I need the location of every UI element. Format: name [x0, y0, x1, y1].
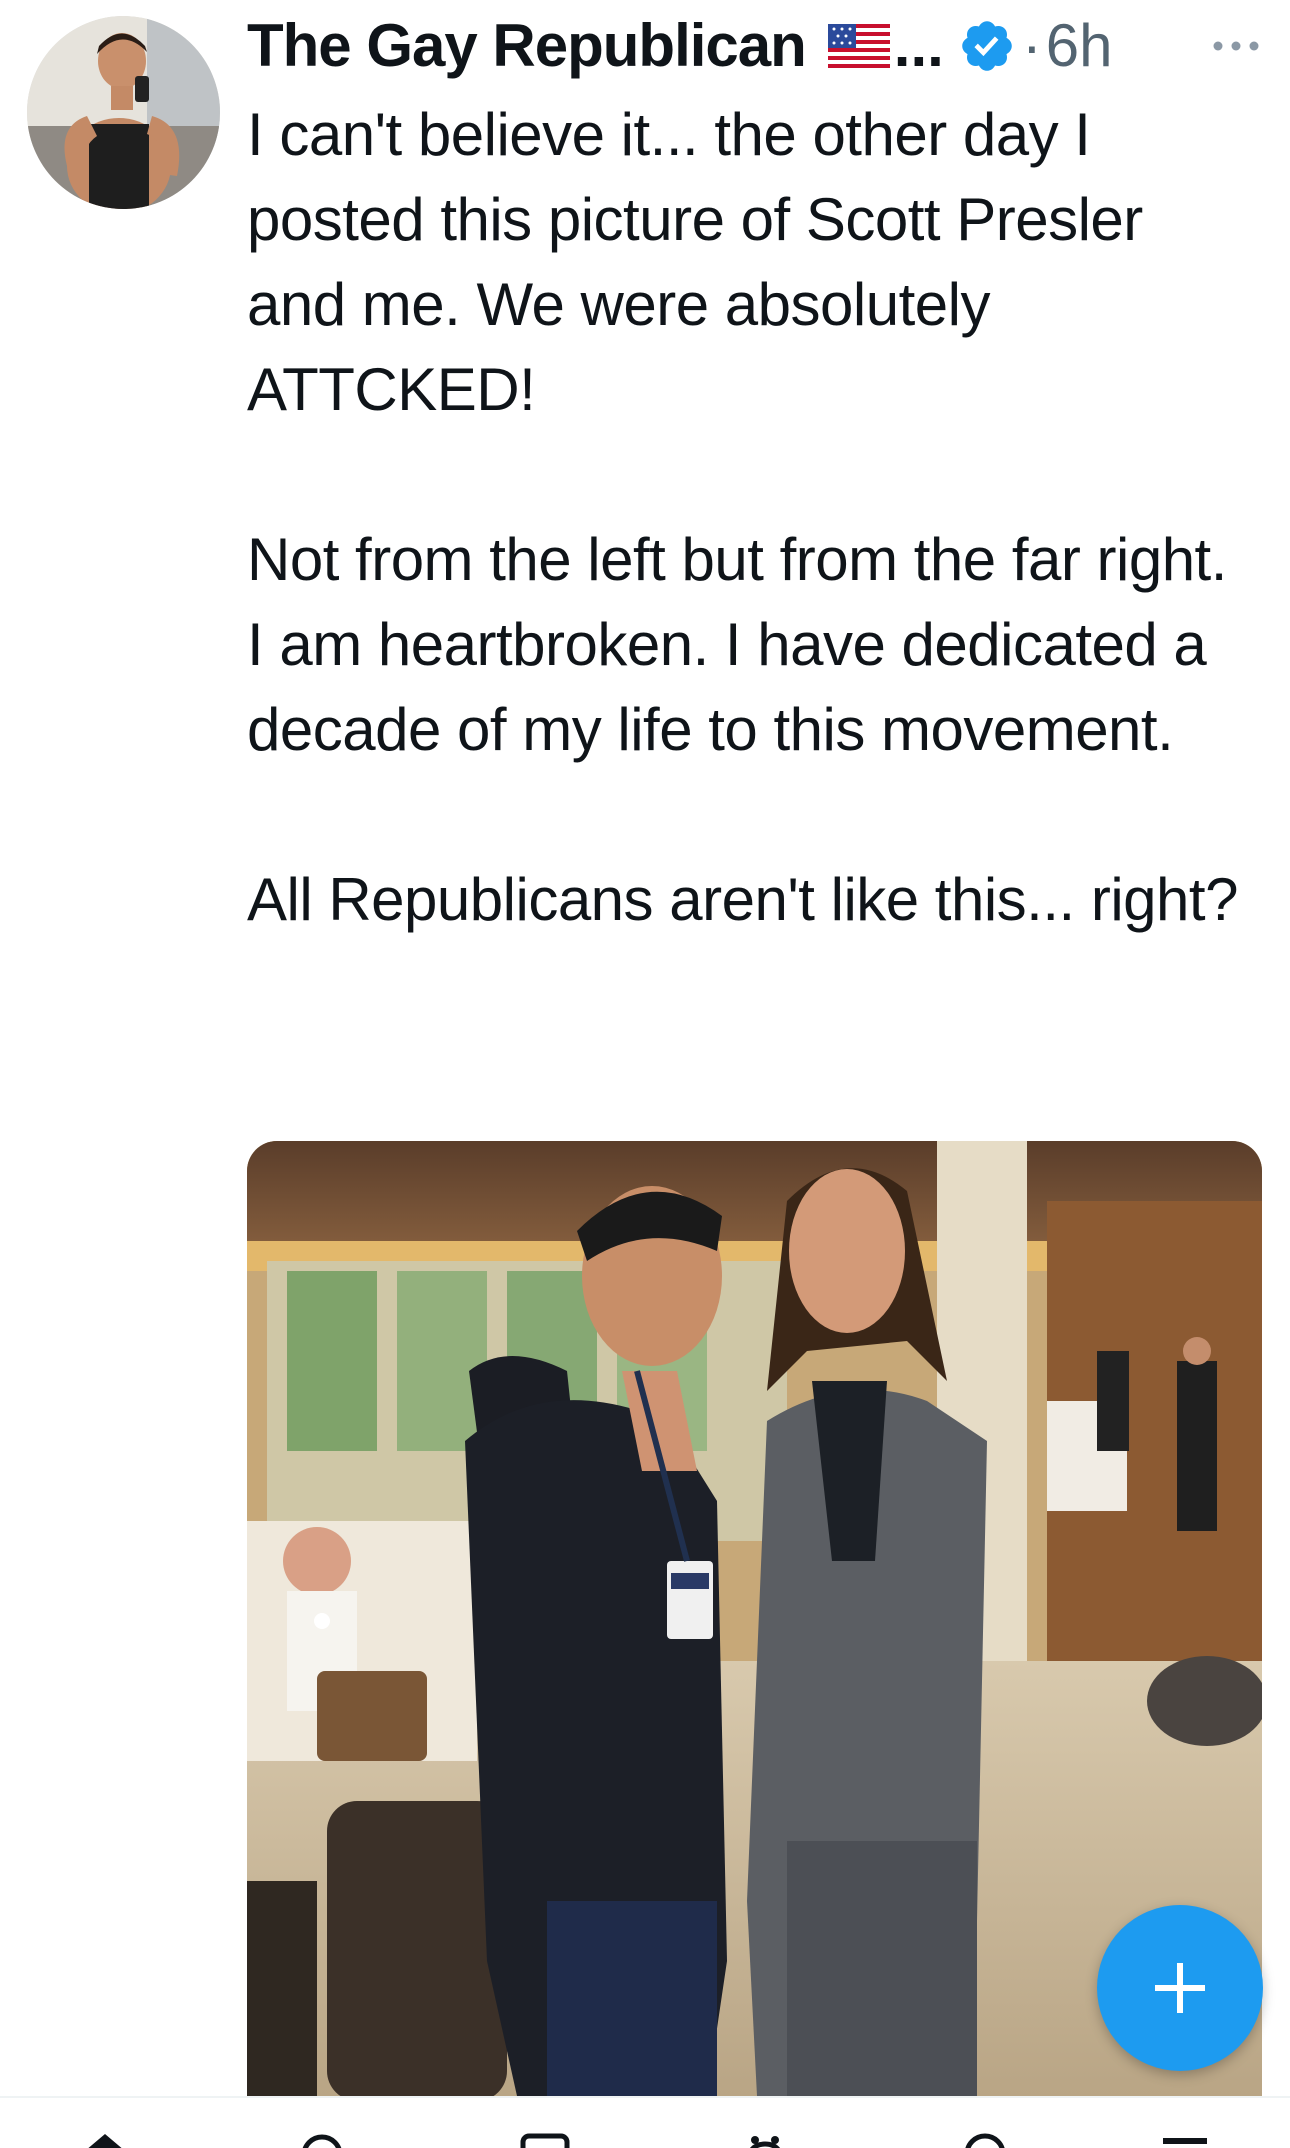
more-options-icon[interactable]	[1212, 40, 1260, 52]
name-truncation: ...	[893, 12, 944, 79]
home-icon[interactable]	[75, 2128, 135, 2148]
search-icon[interactable]	[295, 2128, 355, 2148]
display-name[interactable]: The Gay Republican	[247, 6, 807, 86]
tweet-paragraph: Not from the left but from the far right…	[247, 526, 1227, 763]
us-flag-icon	[827, 24, 890, 68]
tweet-paragraph: All Republicans aren't like this... righ…	[247, 866, 1238, 933]
verified-badge-icon[interactable]	[958, 17, 1016, 75]
tweet[interactable]: The Gay Republican ... · 6h I can't beli…	[0, 0, 1290, 2096]
notifications-icon[interactable]	[735, 2128, 795, 2148]
bottom-navigation	[0, 2096, 1290, 2148]
tweet-paragraph: I can't believe it... the other day I po…	[247, 101, 1143, 423]
separator-dot: ·	[1021, 12, 1042, 79]
avatar[interactable]	[27, 16, 220, 209]
plus-icon	[1155, 1963, 1205, 2013]
timestamp[interactable]: 6h	[1046, 6, 1113, 86]
avatar-image	[27, 16, 220, 209]
grok-icon[interactable]	[1155, 2128, 1215, 2148]
compose-tweet-button[interactable]	[1097, 1905, 1263, 2071]
messages-icon[interactable]	[955, 2128, 1015, 2148]
tweet-text: I can't believe it... the other day I po…	[247, 92, 1257, 942]
tweet-header: The Gay Republican ... · 6h	[247, 6, 1113, 86]
communities-icon[interactable]	[515, 2128, 575, 2148]
